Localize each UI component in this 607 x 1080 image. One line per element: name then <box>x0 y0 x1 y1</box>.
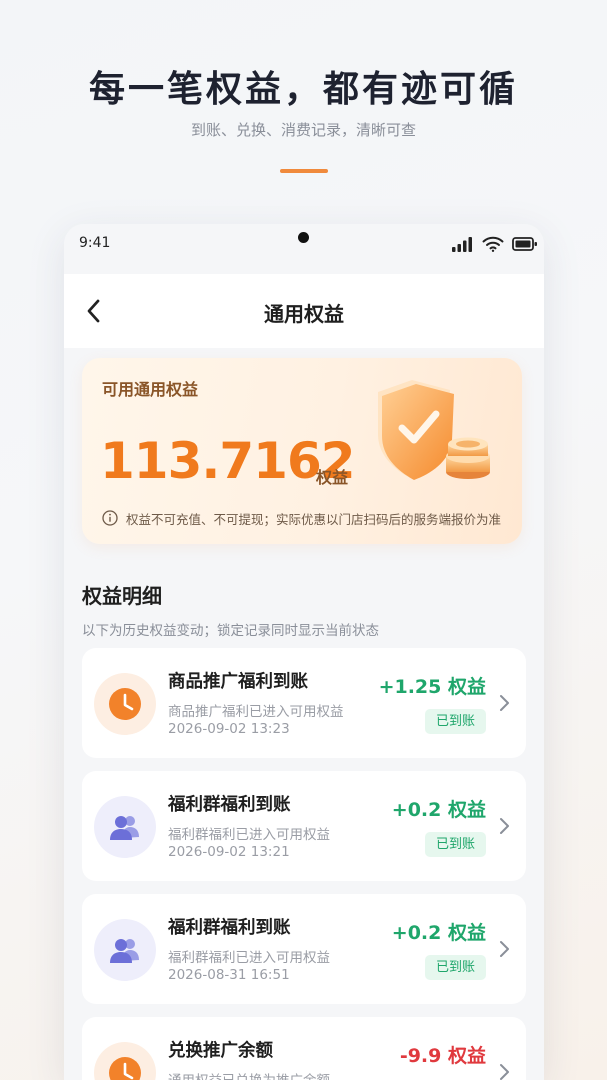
record-icon-wrap <box>94 673 156 735</box>
status-icons <box>452 236 540 256</box>
balance-unit: 权益 <box>316 468 349 487</box>
record-item[interactable]: 兑换推广余额 通用权益已兑换为推广余额 -9.9 权益 <box>82 1017 526 1080</box>
status-badge: 已到账 <box>424 709 486 734</box>
clock-icon <box>109 1057 141 1080</box>
hero-accent-bar <box>280 169 328 173</box>
balance-note-text: 权益不可充值、不可提现；实际优惠以门店扫码后的服务端报价为准 <box>126 512 502 527</box>
signal-icon <box>452 237 472 252</box>
hero-subtitle: 到账、兑换、消费记录，清晰可查 <box>190 121 416 139</box>
status-badge: 已到账 <box>424 955 486 980</box>
record-amount: +0.2 权益 <box>391 799 486 821</box>
record-icon-wrap <box>94 919 156 981</box>
record-icon-wrap <box>94 796 156 858</box>
users-icon <box>110 939 139 963</box>
record-title: 福利群福利到账 <box>168 795 291 815</box>
record-item[interactable]: 福利群福利到账 福利群福利已进入可用权益 2026-09-02 13:21 +0… <box>82 771 526 881</box>
record-desc: 福利群福利已进入可用权益 <box>168 827 330 843</box>
balance-label: 可用通用权益 <box>102 380 199 399</box>
hero-section: 每一笔权益，都有迹可循 到账、兑换、消费记录，清晰可查 <box>0 0 607 220</box>
record-item[interactable]: 福利群福利到账 福利群福利已进入可用权益 2026-08-31 16:51 +0… <box>82 894 526 1004</box>
chevron-right-icon <box>500 818 509 834</box>
details-subtitle: 以下为历史权益变动；锁定记录同时显示当前状态 <box>82 623 379 639</box>
clock-icon <box>109 688 141 720</box>
record-title: 福利群福利到账 <box>168 918 291 938</box>
balance-note: 权益不可充值、不可提现；实际优惠以门店扫码后的服务端报价为准 <box>102 508 512 528</box>
record-desc: 商品推广福利已进入可用权益 <box>168 704 344 720</box>
shield-check-coins-icon <box>378 380 490 480</box>
wifi-icon <box>482 236 504 252</box>
info-icon <box>102 510 118 526</box>
record-amount: +1.25 权益 <box>378 676 486 698</box>
users-icon <box>110 816 139 840</box>
chevron-right-icon <box>500 941 509 957</box>
record-amount: -9.9 权益 <box>399 1045 486 1067</box>
record-item[interactable]: 商品推广福利到账 商品推广福利已进入可用权益 2026-09-02 13:23 … <box>82 648 526 758</box>
record-title: 商品推广福利到账 <box>168 672 308 692</box>
hero-title: 每一笔权益，都有迹可循 <box>88 69 518 110</box>
record-desc: 福利群福利已进入可用权益 <box>168 950 330 966</box>
status-bar: 9:41 <box>64 224 544 274</box>
record-time: 2026-08-31 16:51 <box>168 967 290 983</box>
record-icon-wrap <box>94 1042 156 1080</box>
page-title: 通用权益 <box>264 302 344 326</box>
status-badge: 已到账 <box>424 832 486 857</box>
camera-dot <box>298 232 309 243</box>
status-time: 9:41 <box>79 235 111 251</box>
balance-card: 可用通用权益 113.7162 权益 权益不可充值、不可提现；实际优惠以门店扫码… <box>82 358 522 544</box>
record-time: 2026-09-02 13:23 <box>168 721 290 737</box>
battery-icon <box>512 237 537 251</box>
record-desc: 通用权益已兑换为推广余额 <box>168 1069 330 1080</box>
details-title: 权益明细 <box>82 584 162 608</box>
nav-bar: 通用权益 <box>64 274 544 348</box>
phone-frame: 9:41 通用权益 可用通用权益 113.7162 权益 权益不可充值、不可提现… <box>64 224 544 1080</box>
record-title: 兑换推广余额 <box>168 1041 273 1061</box>
record-time: 2026-09-02 13:21 <box>168 844 290 860</box>
chevron-right-icon <box>500 695 509 711</box>
chevron-right-icon <box>500 1064 509 1080</box>
record-amount: +0.2 权益 <box>391 922 486 944</box>
